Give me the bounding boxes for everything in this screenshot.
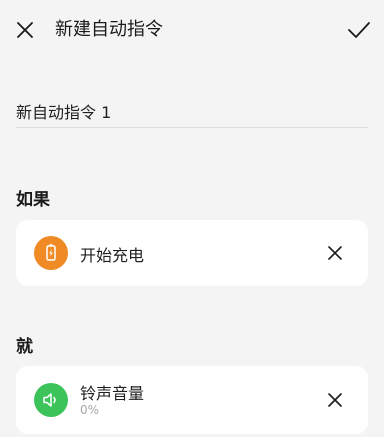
trigger-title: 开始充电 bbox=[80, 246, 145, 265]
command-name-input[interactable] bbox=[16, 98, 368, 128]
remove-trigger-button[interactable] bbox=[320, 238, 350, 268]
then-section-label: 就 bbox=[16, 337, 33, 357]
checkmark-icon bbox=[348, 22, 370, 38]
action-value: 0% bbox=[80, 403, 100, 417]
action-card[interactable]: 铃声音量 0% bbox=[16, 366, 368, 434]
close-button[interactable] bbox=[10, 15, 40, 45]
trigger-card[interactable]: 开始充电 bbox=[16, 220, 368, 286]
app-header: 新建自动指令 bbox=[0, 0, 384, 60]
close-icon bbox=[17, 22, 33, 38]
page-title: 新建自动指令 bbox=[55, 19, 163, 40]
if-section-label: 如果 bbox=[16, 190, 50, 210]
confirm-button[interactable] bbox=[344, 15, 374, 45]
battery-charging-icon bbox=[34, 236, 68, 270]
remove-action-button[interactable] bbox=[320, 385, 350, 415]
close-icon bbox=[328, 246, 342, 260]
speaker-icon bbox=[34, 383, 68, 417]
action-title: 铃声音量 bbox=[80, 384, 145, 403]
close-icon bbox=[328, 393, 342, 407]
